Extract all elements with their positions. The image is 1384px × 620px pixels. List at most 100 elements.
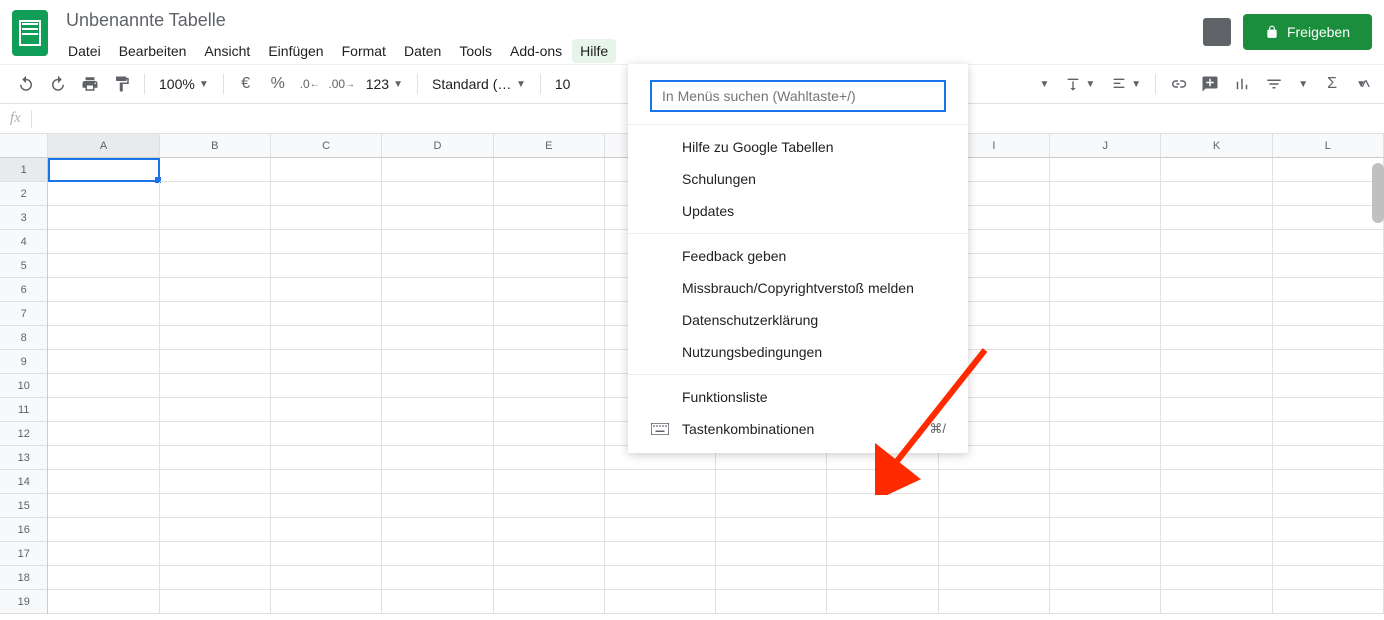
increase-decimal-button[interactable]: .00→ [328, 70, 356, 98]
cell[interactable] [494, 494, 605, 518]
column-header[interactable]: J [1050, 134, 1161, 158]
cell[interactable] [271, 374, 382, 398]
cell[interactable] [48, 206, 159, 230]
cell[interactable] [48, 398, 159, 422]
functions-button[interactable]: Σ [1318, 70, 1346, 98]
cell[interactable] [494, 182, 605, 206]
cell[interactable] [271, 470, 382, 494]
cell[interactable] [1161, 446, 1272, 470]
row-header[interactable]: 16 [0, 518, 48, 542]
cell[interactable] [48, 254, 159, 278]
menu-tools[interactable]: Tools [451, 39, 500, 63]
cell[interactable] [716, 494, 827, 518]
cell[interactable] [1273, 398, 1384, 422]
fill-color-button[interactable]: ▼ [1033, 79, 1055, 90]
cell[interactable] [160, 566, 271, 590]
row-header[interactable]: 17 [0, 542, 48, 566]
cell[interactable] [494, 254, 605, 278]
cell[interactable] [382, 230, 493, 254]
cell[interactable] [605, 494, 716, 518]
cell[interactable] [1161, 158, 1272, 182]
cell[interactable] [382, 374, 493, 398]
cell[interactable] [382, 278, 493, 302]
column-header[interactable]: C [271, 134, 382, 158]
row-header[interactable]: 19 [0, 590, 48, 614]
row-header[interactable]: 4 [0, 230, 48, 254]
cell[interactable] [1273, 470, 1384, 494]
cell[interactable] [271, 590, 382, 614]
cell[interactable] [827, 542, 938, 566]
cell[interactable] [1050, 278, 1161, 302]
cell[interactable] [494, 374, 605, 398]
cell[interactable] [48, 542, 159, 566]
font-select[interactable]: Standard (…▼ [426, 76, 532, 92]
cell[interactable] [1050, 590, 1161, 614]
cell[interactable] [271, 302, 382, 326]
menu-add-ons[interactable]: Add-ons [502, 39, 570, 63]
cell[interactable] [494, 422, 605, 446]
cell[interactable] [48, 326, 159, 350]
menu-daten[interactable]: Daten [396, 39, 449, 63]
cell[interactable] [1050, 182, 1161, 206]
share-button[interactable]: Freigeben [1243, 14, 1372, 50]
cell[interactable] [494, 590, 605, 614]
help-menu-item[interactable]: Missbrauch/Copyrightverstoß melden [628, 272, 968, 304]
cell[interactable] [1161, 518, 1272, 542]
cell[interactable] [1273, 350, 1384, 374]
cell[interactable] [1161, 590, 1272, 614]
cell[interactable] [1161, 182, 1272, 206]
help-menu-item[interactable]: Feedback geben [628, 240, 968, 272]
cell[interactable] [1050, 230, 1161, 254]
menu-search-input[interactable] [650, 80, 946, 112]
cell[interactable] [160, 590, 271, 614]
cell[interactable] [48, 590, 159, 614]
cell[interactable] [1050, 422, 1161, 446]
cell[interactable] [48, 350, 159, 374]
filter-views-button[interactable]: ▼ [1292, 79, 1314, 90]
undo-button[interactable] [12, 70, 40, 98]
cell[interactable] [494, 206, 605, 230]
cell[interactable] [160, 158, 271, 182]
cell[interactable] [160, 278, 271, 302]
cell[interactable] [271, 350, 382, 374]
paint-format-button[interactable] [108, 70, 136, 98]
cell[interactable] [48, 518, 159, 542]
help-menu-item[interactable]: Hilfe zu Google Tabellen [628, 131, 968, 163]
currency-button[interactable]: € [232, 70, 260, 98]
cell[interactable] [939, 542, 1050, 566]
cell[interactable] [1050, 494, 1161, 518]
cell[interactable] [1273, 254, 1384, 278]
cell[interactable] [271, 398, 382, 422]
column-header[interactable]: E [494, 134, 605, 158]
cell[interactable] [1273, 590, 1384, 614]
row-header[interactable]: 15 [0, 494, 48, 518]
menu-einfügen[interactable]: Einfügen [260, 39, 331, 63]
cell[interactable] [1050, 206, 1161, 230]
decrease-decimal-button[interactable]: .0← [296, 70, 324, 98]
cell[interactable] [1050, 470, 1161, 494]
cell[interactable] [827, 590, 938, 614]
cell[interactable] [1050, 446, 1161, 470]
cell[interactable] [939, 518, 1050, 542]
cell[interactable] [1161, 302, 1272, 326]
cell[interactable] [1161, 278, 1272, 302]
cell[interactable] [271, 206, 382, 230]
cell[interactable] [382, 422, 493, 446]
row-header[interactable]: 11 [0, 398, 48, 422]
cell[interactable] [160, 350, 271, 374]
vertical-scrollbar[interactable] [1372, 163, 1384, 223]
font-size-select[interactable]: 10 [549, 76, 577, 92]
cell[interactable] [1273, 206, 1384, 230]
cell[interactable] [271, 422, 382, 446]
cell[interactable] [382, 398, 493, 422]
cell[interactable] [939, 566, 1050, 590]
cell[interactable] [827, 494, 938, 518]
cell[interactable] [1050, 542, 1161, 566]
cell[interactable] [382, 302, 493, 326]
cell[interactable] [494, 542, 605, 566]
cell[interactable] [271, 158, 382, 182]
cell[interactable] [1273, 518, 1384, 542]
cell[interactable] [1273, 566, 1384, 590]
cell[interactable] [716, 470, 827, 494]
percent-button[interactable]: % [264, 70, 292, 98]
